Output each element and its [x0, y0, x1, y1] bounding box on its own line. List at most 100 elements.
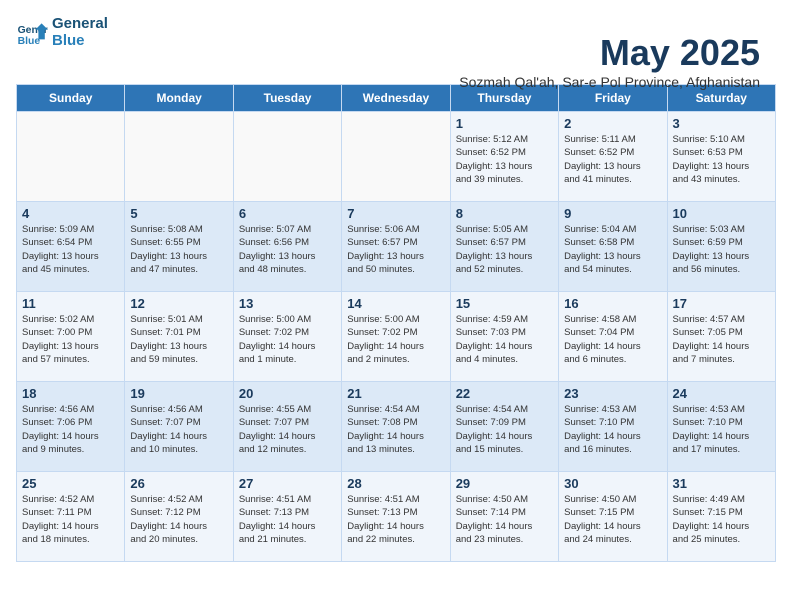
calendar-cell: 4 Sunrise: 5:09 AM Sunset: 6:54 PM Daylig…: [17, 202, 125, 292]
calendar-cell: 23 Sunrise: 4:53 AM Sunset: 7:10 PM Dayli…: [559, 382, 667, 472]
week-row-2: 4 Sunrise: 5:09 AM Sunset: 6:54 PM Daylig…: [17, 202, 776, 292]
day-info: Sunrise: 5:02 AM Sunset: 7:00 PM Dayligh…: [22, 313, 119, 366]
week-row-4: 18 Sunrise: 4:56 AM Sunset: 7:06 PM Dayli…: [17, 382, 776, 472]
calendar-cell: 22 Sunrise: 4:54 AM Sunset: 7:09 PM Dayli…: [450, 382, 558, 472]
calendar-cell: 18 Sunrise: 4:56 AM Sunset: 7:06 PM Dayli…: [17, 382, 125, 472]
day-number: 24: [673, 386, 770, 401]
day-info: Sunrise: 5:08 AM Sunset: 6:55 PM Dayligh…: [130, 223, 227, 276]
day-number: 5: [130, 206, 227, 221]
calendar-cell: 1 Sunrise: 5:12 AM Sunset: 6:52 PM Daylig…: [450, 112, 558, 202]
day-info: Sunrise: 4:53 AM Sunset: 7:10 PM Dayligh…: [673, 403, 770, 456]
calendar-cell: 30 Sunrise: 4:50 AM Sunset: 7:15 PM Dayli…: [559, 472, 667, 562]
calendar-cell: 12 Sunrise: 5:01 AM Sunset: 7:01 PM Dayli…: [125, 292, 233, 382]
day-number: 18: [22, 386, 119, 401]
day-number: 11: [22, 296, 119, 311]
day-info: Sunrise: 5:03 AM Sunset: 6:59 PM Dayligh…: [673, 223, 770, 276]
day-info: Sunrise: 4:49 AM Sunset: 7:15 PM Dayligh…: [673, 493, 770, 546]
day-info: Sunrise: 4:51 AM Sunset: 7:13 PM Dayligh…: [239, 493, 336, 546]
day-info: Sunrise: 5:00 AM Sunset: 7:02 PM Dayligh…: [347, 313, 444, 366]
day-info: Sunrise: 4:53 AM Sunset: 7:10 PM Dayligh…: [564, 403, 661, 456]
day-number: 23: [564, 386, 661, 401]
day-info: Sunrise: 4:51 AM Sunset: 7:13 PM Dayligh…: [347, 493, 444, 546]
header-day-monday: Monday: [125, 85, 233, 112]
week-row-5: 25 Sunrise: 4:52 AM Sunset: 7:11 PM Dayli…: [17, 472, 776, 562]
calendar-cell: 20 Sunrise: 4:55 AM Sunset: 7:07 PM Dayli…: [233, 382, 341, 472]
day-number: 1: [456, 116, 553, 131]
header-day-sunday: Sunday: [17, 85, 125, 112]
calendar-cell: 27 Sunrise: 4:51 AM Sunset: 7:13 PM Dayli…: [233, 472, 341, 562]
calendar-table: SundayMondayTuesdayWednesdayThursdayFrid…: [16, 84, 776, 562]
top-area: General Blue General Blue May 2025 Sozma…: [16, 16, 776, 76]
day-number: 9: [564, 206, 661, 221]
day-number: 21: [347, 386, 444, 401]
calendar-cell: [233, 112, 341, 202]
day-info: Sunrise: 5:06 AM Sunset: 6:57 PM Dayligh…: [347, 223, 444, 276]
calendar-body: 1 Sunrise: 5:12 AM Sunset: 6:52 PM Daylig…: [17, 112, 776, 562]
day-number: 17: [673, 296, 770, 311]
day-info: Sunrise: 4:55 AM Sunset: 7:07 PM Dayligh…: [239, 403, 336, 456]
day-info: Sunrise: 4:59 AM Sunset: 7:03 PM Dayligh…: [456, 313, 553, 366]
day-number: 6: [239, 206, 336, 221]
day-number: 14: [347, 296, 444, 311]
day-number: 8: [456, 206, 553, 221]
day-number: 20: [239, 386, 336, 401]
calendar-cell: 10 Sunrise: 5:03 AM Sunset: 6:59 PM Dayli…: [667, 202, 775, 292]
calendar-cell: 11 Sunrise: 5:02 AM Sunset: 7:00 PM Dayli…: [17, 292, 125, 382]
day-number: 26: [130, 476, 227, 491]
day-info: Sunrise: 4:56 AM Sunset: 7:06 PM Dayligh…: [22, 403, 119, 456]
day-info: Sunrise: 4:52 AM Sunset: 7:12 PM Dayligh…: [130, 493, 227, 546]
day-number: 25: [22, 476, 119, 491]
day-info: Sunrise: 5:04 AM Sunset: 6:58 PM Dayligh…: [564, 223, 661, 276]
week-row-1: 1 Sunrise: 5:12 AM Sunset: 6:52 PM Daylig…: [17, 112, 776, 202]
day-info: Sunrise: 4:57 AM Sunset: 7:05 PM Dayligh…: [673, 313, 770, 366]
logo-line2: Blue: [52, 33, 108, 50]
day-number: 3: [673, 116, 770, 131]
day-info: Sunrise: 5:07 AM Sunset: 6:56 PM Dayligh…: [239, 223, 336, 276]
title-section: May 2025 Sozmah Qal'ah, Sar-e Pol Provin…: [459, 32, 760, 90]
calendar-cell: 2 Sunrise: 5:11 AM Sunset: 6:52 PM Daylig…: [559, 112, 667, 202]
day-info: Sunrise: 4:52 AM Sunset: 7:11 PM Dayligh…: [22, 493, 119, 546]
day-number: 29: [456, 476, 553, 491]
day-number: 22: [456, 386, 553, 401]
day-info: Sunrise: 5:12 AM Sunset: 6:52 PM Dayligh…: [456, 133, 553, 186]
header-day-wednesday: Wednesday: [342, 85, 450, 112]
day-info: Sunrise: 5:11 AM Sunset: 6:52 PM Dayligh…: [564, 133, 661, 186]
calendar-cell: 7 Sunrise: 5:06 AM Sunset: 6:57 PM Daylig…: [342, 202, 450, 292]
day-number: 2: [564, 116, 661, 131]
day-info: Sunrise: 4:56 AM Sunset: 7:07 PM Dayligh…: [130, 403, 227, 456]
calendar-cell: 6 Sunrise: 5:07 AM Sunset: 6:56 PM Daylig…: [233, 202, 341, 292]
month-title: May 2025: [459, 32, 760, 74]
logo-line1: General: [52, 16, 108, 33]
calendar-cell: 26 Sunrise: 4:52 AM Sunset: 7:12 PM Dayli…: [125, 472, 233, 562]
day-info: Sunrise: 4:50 AM Sunset: 7:15 PM Dayligh…: [564, 493, 661, 546]
calendar-cell: 15Sunrise: 4:59 AM Sunset: 7:03 PM Dayli…: [450, 292, 558, 382]
calendar-cell: 25 Sunrise: 4:52 AM Sunset: 7:11 PM Dayli…: [17, 472, 125, 562]
calendar-cell: 14 Sunrise: 5:00 AM Sunset: 7:02 PM Dayli…: [342, 292, 450, 382]
day-info: Sunrise: 5:10 AM Sunset: 6:53 PM Dayligh…: [673, 133, 770, 186]
day-number: 13: [239, 296, 336, 311]
day-info: Sunrise: 5:09 AM Sunset: 6:54 PM Dayligh…: [22, 223, 119, 276]
day-number: 10: [673, 206, 770, 221]
day-number: 4: [22, 206, 119, 221]
calendar-cell: 17 Sunrise: 4:57 AM Sunset: 7:05 PM Dayli…: [667, 292, 775, 382]
day-number: 7: [347, 206, 444, 221]
subtitle: Sozmah Qal'ah, Sar-e Pol Province, Afgha…: [459, 74, 760, 90]
calendar-cell: 28Sunrise: 4:51 AM Sunset: 7:13 PM Dayli…: [342, 472, 450, 562]
header-day-tuesday: Tuesday: [233, 85, 341, 112]
day-info: Sunrise: 5:00 AM Sunset: 7:02 PM Dayligh…: [239, 313, 336, 366]
day-number: 12: [130, 296, 227, 311]
day-info: Sunrise: 4:54 AM Sunset: 7:09 PM Dayligh…: [456, 403, 553, 456]
day-info: Sunrise: 5:01 AM Sunset: 7:01 PM Dayligh…: [130, 313, 227, 366]
day-number: 30: [564, 476, 661, 491]
calendar-cell: [17, 112, 125, 202]
svg-text:Blue: Blue: [18, 36, 41, 47]
day-number: 16: [564, 296, 661, 311]
day-info: Sunrise: 5:05 AM Sunset: 6:57 PM Dayligh…: [456, 223, 553, 276]
day-info: Sunrise: 4:54 AM Sunset: 7:08 PM Dayligh…: [347, 403, 444, 456]
calendar-cell: 24 Sunrise: 4:53 AM Sunset: 7:10 PM Dayli…: [667, 382, 775, 472]
calendar-cell: 9 Sunrise: 5:04 AM Sunset: 6:58 PM Daylig…: [559, 202, 667, 292]
calendar-cell: [342, 112, 450, 202]
day-number: 27: [239, 476, 336, 491]
calendar-cell: 21 Sunrise: 4:54 AM Sunset: 7:08 PM Dayli…: [342, 382, 450, 472]
calendar-cell: 5 Sunrise: 5:08 AM Sunset: 6:55 PM Daylig…: [125, 202, 233, 292]
